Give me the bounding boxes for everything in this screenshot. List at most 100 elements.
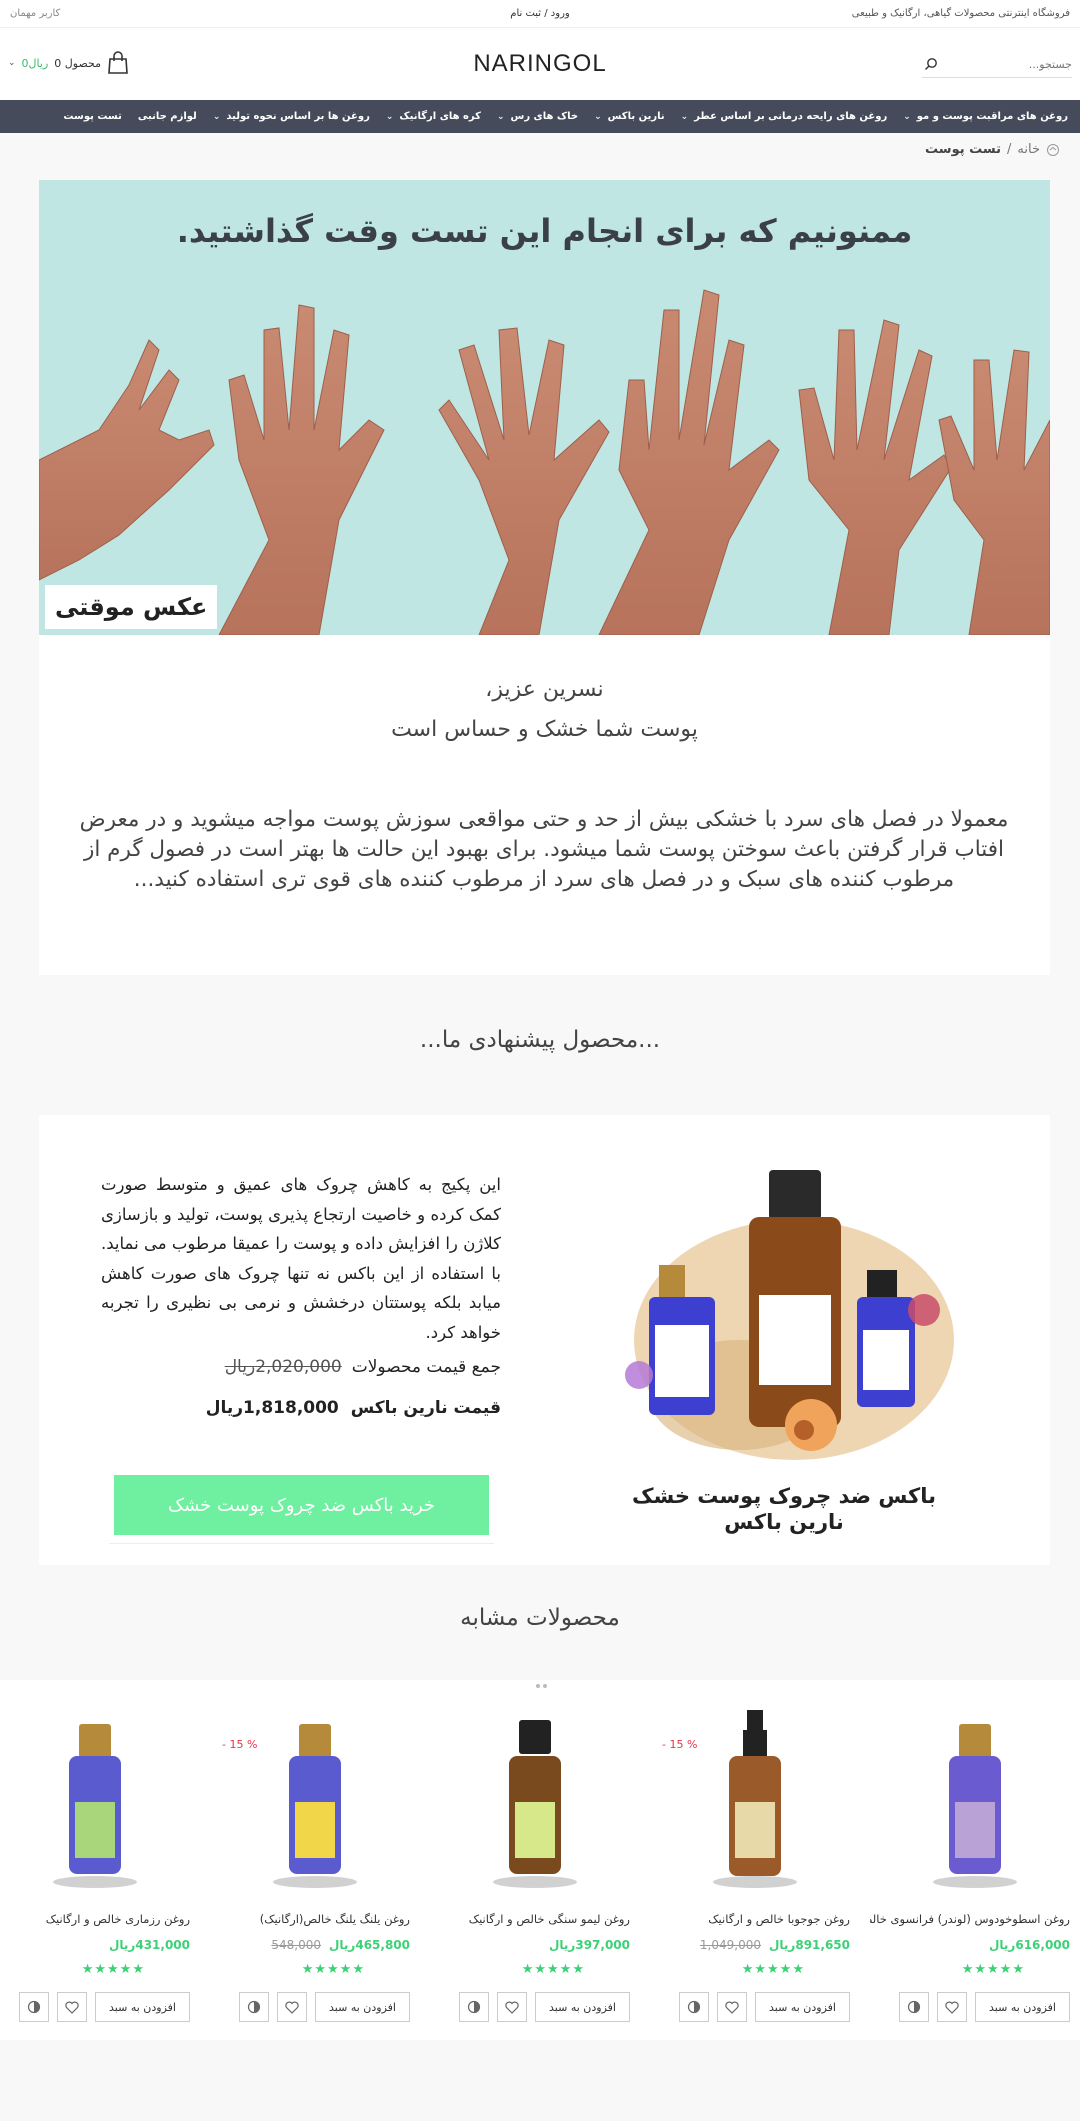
compare-button[interactable] <box>19 1992 49 2022</box>
box-price-row: قیمت نارین باکس 1,818,000ریال <box>206 1398 501 1418</box>
divider <box>109 1543 494 1544</box>
wishlist-button[interactable] <box>937 1992 967 2022</box>
site-logo[interactable]: NARINGOL <box>0 50 1080 78</box>
box-product-image[interactable] <box>619 1125 969 1480</box>
compare-button[interactable] <box>679 1992 709 2022</box>
shopping-bag-icon[interactable] <box>107 51 129 75</box>
compare-icon <box>27 2000 41 2014</box>
product-prices: 397,000ریال <box>549 1938 630 1952</box>
discount-badge: - 15 % <box>662 1738 698 1751</box>
product-name[interactable]: روغن اسطوخودوس (لوندر) فرانسوی خالص <box>870 1912 1070 1926</box>
product-image[interactable] <box>45 1710 145 1895</box>
user-greeting: نسرین عزیز، <box>485 677 604 702</box>
compare-icon <box>247 2000 261 2014</box>
nav-item-accessories[interactable]: لوازم جانبی <box>130 111 205 122</box>
product-prices: 891,650ریال 1,049,000 <box>700 1938 850 1952</box>
chevron-down-icon[interactable]: ⌄ <box>8 58 16 68</box>
add-to-cart-button[interactable]: افزودن به سبد <box>535 1992 630 2022</box>
compare-button[interactable] <box>459 1992 489 2022</box>
nav-item-organic-butters[interactable]: کره های ارگانیک ⌄ <box>378 111 489 122</box>
nav-item-clays[interactable]: خاک های رس ⌄ <box>489 111 586 122</box>
box-product-name[interactable]: باکس ضد چروک پوست خشک نارین باکس <box>609 1483 959 1535</box>
hero-title: ممنونیم که برای انجام این تست وقت گذاشتی… <box>176 212 913 250</box>
wishlist-button[interactable] <box>277 1992 307 2022</box>
heart-icon <box>285 2001 299 2014</box>
carousel-dot[interactable] <box>542 1684 547 1688</box>
rating-stars: ★★★★★ <box>741 1962 805 1977</box>
wishlist-button[interactable] <box>717 1992 747 2022</box>
nav-item-skin-test[interactable]: تست پوست <box>55 111 129 122</box>
product-name[interactable]: روغن لیمو سنگی خالص و ارگانیک <box>430 1912 630 1926</box>
product-name[interactable]: روغن جوجوبا خالص و ارگانیک <box>650 1912 850 1926</box>
product-price: 397,000ریال <box>549 1938 630 1952</box>
products-total-value: 2,020,000ریال <box>224 1357 342 1377</box>
chevron-down-icon: ⌄ <box>680 111 689 122</box>
chevron-down-icon: ⌄ <box>385 111 394 122</box>
wishlist-button[interactable] <box>497 1992 527 2022</box>
compare-icon <box>687 2000 701 2014</box>
product-image[interactable] <box>925 1710 1025 1895</box>
cart-count: 0 محصول <box>54 56 101 70</box>
login-register-link[interactable]: ورود / ثبت نام <box>0 8 1080 19</box>
product-image[interactable] <box>705 1710 805 1895</box>
rating-stars: ★★★★★ <box>961 1962 1025 1977</box>
product-name[interactable]: روغن یلنگ یلنگ خالص(ارگانیک) <box>210 1912 410 1926</box>
add-to-cart-button[interactable]: افزودن به سبد <box>95 1992 190 2022</box>
cart-total: 0ریال <box>21 56 49 70</box>
add-to-cart-button[interactable]: افزودن به سبد <box>755 1992 850 2022</box>
nav-item-oils-by-production[interactable]: روغن ها بر اساس نحوه تولید ⌄ <box>205 111 378 122</box>
product-card[interactable]: - 15 % روغن جوجوبا خالص و ارگانیک 891,65… <box>650 1680 860 2040</box>
main-navigation: روغن های مراقبت پوست و مو ⌄ روغن های رایح… <box>0 100 1080 133</box>
carousel-dot[interactable] <box>535 1684 540 1688</box>
nav-item-narin-box[interactable]: نارین باکس ⌄ <box>586 111 673 122</box>
compare-button[interactable] <box>239 1992 269 2022</box>
heart-icon <box>505 2001 519 2014</box>
product-card[interactable]: - 15 % روغن یلنگ یلنگ خالص(ارگانیک) 465,… <box>210 1680 420 2040</box>
wishlist-button[interactable] <box>57 1992 87 2022</box>
add-to-cart-button[interactable]: افزودن به سبد <box>315 1992 410 2022</box>
product-old-price: 1,049,000 <box>699 1938 761 1952</box>
breadcrumb-current: تست پوست <box>925 142 1002 157</box>
add-to-cart-button[interactable]: افزودن به سبد <box>975 1992 1070 2022</box>
result-description: معمولا در فصل های سرد با خشکی بیش از حد … <box>79 807 1009 892</box>
test-result-card: نسرین عزیز، پوست شما خشک و حساس است معمو… <box>39 635 1050 975</box>
carousel-dots[interactable] <box>534 1684 548 1690</box>
home-icon[interactable] <box>1046 143 1060 157</box>
cart-widget[interactable]: 0 محصول 0ریال ⌄ <box>8 50 129 76</box>
similar-products-carousel: روغن اسطوخودوس (لوندر) فرانسوی خالص 616,… <box>0 1680 1080 2040</box>
temporary-photo-label: عکس موقتی <box>45 585 218 629</box>
discount-badge: - 15 % <box>222 1738 258 1751</box>
chevron-down-icon: ⌄ <box>903 111 911 122</box>
heart-icon <box>945 2001 959 2014</box>
breadcrumb-home[interactable]: خانه <box>1017 142 1040 157</box>
similar-products-heading: محصولات مشابه <box>460 1605 620 1631</box>
product-prices: 431,000ریال <box>109 1938 190 1952</box>
box-description: این پکیج به کاهش چروک های عمیق و متوسط ص… <box>101 1175 501 1342</box>
breadcrumb-separator: / <box>1007 142 1012 157</box>
product-image[interactable] <box>485 1710 585 1895</box>
box-price-value: 1,818,000ریال <box>205 1398 339 1418</box>
product-card[interactable]: روغن لیمو سنگی خالص و ارگانیک 397,000ریا… <box>430 1680 640 2040</box>
product-name[interactable]: روغن رزماری خالص و ارگانیک <box>0 1912 190 1926</box>
product-prices: 616,000ریال <box>989 1938 1070 1952</box>
nav-item-skin-hair-oils[interactable]: روغن های مراقبت پوست و مو ⌄ <box>895 111 1076 122</box>
skin-type-result: پوست شما خشک و حساس است <box>391 717 698 742</box>
nav-item-aromatherapy-oils[interactable]: روغن های رایحه درمانی بر اساس عطر ⌄ <box>673 111 896 122</box>
guest-user-label: کاربر مهمان <box>10 8 61 19</box>
compare-icon <box>467 2000 481 2014</box>
product-price: 465,800ریال <box>329 1938 410 1952</box>
compare-icon <box>907 2000 921 2014</box>
product-card[interactable]: روغن رزماری خالص و ارگانیک 431,000ریال ★… <box>0 1680 200 2040</box>
chevron-down-icon: ⌄ <box>212 111 221 122</box>
product-price: 431,000ریال <box>109 1938 190 1952</box>
heart-icon <box>65 2001 79 2014</box>
rating-stars: ★★★★★ <box>81 1962 145 1977</box>
product-price: 891,650ریال <box>769 1938 850 1952</box>
compare-button[interactable] <box>899 1992 929 2022</box>
hero-banner: ممنونیم که برای انجام این تست وقت گذاشتی… <box>39 180 1050 635</box>
breadcrumb: خانه / تست پوست <box>925 142 1060 157</box>
product-card[interactable]: روغن اسطوخودوس (لوندر) فرانسوی خالص 616,… <box>870 1680 1080 2040</box>
products-total-label: جمع قیمت محصولات <box>351 1357 501 1377</box>
buy-box-button[interactable]: خرید باکس ضد چروک پوست خشک <box>114 1475 489 1535</box>
product-image[interactable] <box>265 1710 365 1895</box>
